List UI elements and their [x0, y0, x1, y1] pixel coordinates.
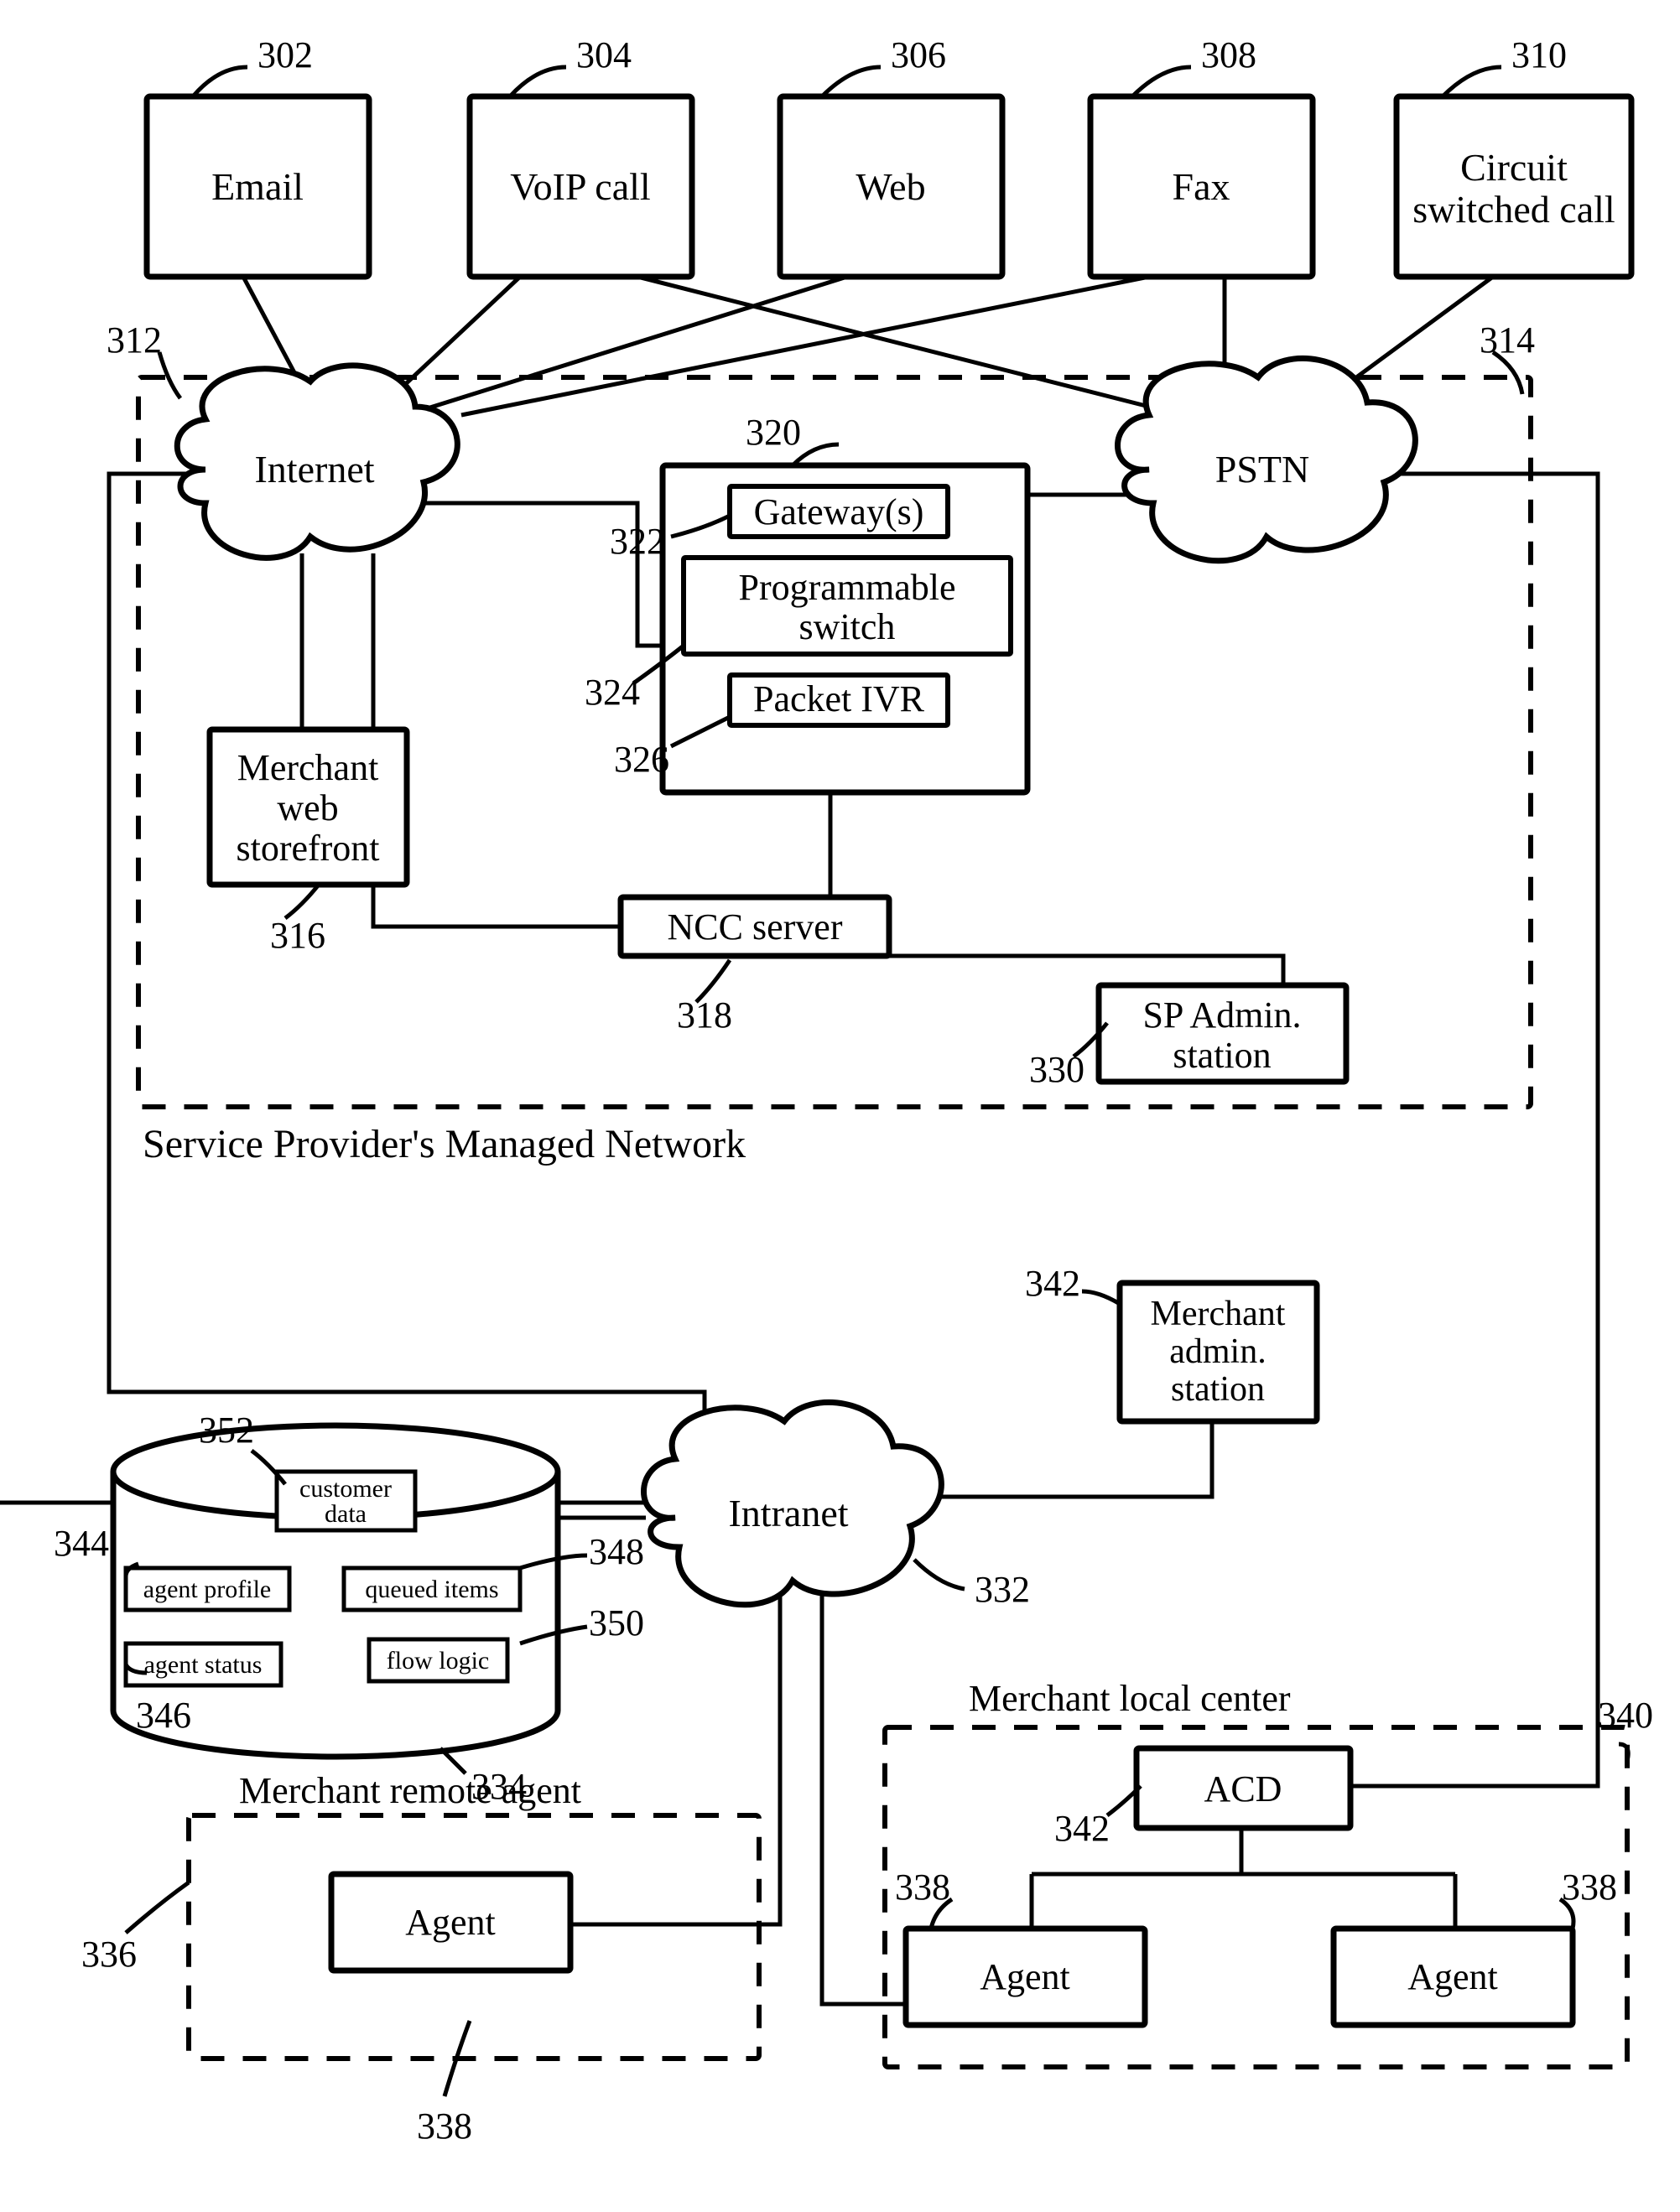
remote-title: Merchant remote agent [239, 1770, 581, 1811]
cust-l1: customer [299, 1475, 392, 1503]
progsw-label1: Programmable [738, 567, 955, 608]
storefront-l2: web [277, 787, 338, 828]
voip-label: VoIP call [510, 165, 650, 208]
ref-342b: 342 [1054, 1808, 1110, 1849]
storefront-l1: Merchant [237, 747, 379, 788]
pstn-label: PSTN [1215, 448, 1309, 491]
ref-338l1: 338 [895, 1867, 950, 1908]
spadmin-l1: SP Admin. [1142, 994, 1301, 1036]
ref-312: 312 [107, 319, 162, 361]
ref-342a: 342 [1025, 1263, 1080, 1304]
madmin-l2: admin. [1169, 1332, 1266, 1371]
sp-title: Service Provider's Managed Network [143, 1122, 746, 1166]
ref-318: 318 [677, 994, 732, 1036]
ref-324: 324 [585, 672, 640, 713]
gateway-label: Gateway(s) [754, 491, 924, 532]
agent-lc2-l: Agent [1407, 1956, 1498, 1997]
ref-338r: 338 [417, 2106, 472, 2147]
progsw-label2: switch [799, 606, 896, 647]
ref-306: 306 [891, 34, 946, 75]
aprofile-l: agent profile [143, 1576, 271, 1603]
ref-346: 346 [136, 1695, 191, 1736]
circuit-label2: switched call [1412, 188, 1615, 231]
agent-lc1-l: Agent [980, 1956, 1070, 1997]
internet-label: Internet [254, 448, 374, 491]
ref-308: 308 [1201, 34, 1256, 75]
qitems-l: queued items [365, 1576, 498, 1603]
ref-332: 332 [975, 1569, 1030, 1610]
ref-302: 302 [257, 34, 313, 75]
packet-label: Packet IVR [753, 678, 925, 719]
ref-334: 334 [471, 1766, 527, 1807]
email-label: Email [211, 165, 304, 208]
agent-remote-l: Agent [405, 1902, 496, 1943]
fax-label: Fax [1173, 165, 1230, 208]
ref-330: 330 [1029, 1049, 1084, 1090]
ref-338l2: 338 [1562, 1867, 1617, 1908]
ref-310: 310 [1511, 34, 1567, 75]
madmin-l1: Merchant [1151, 1295, 1286, 1333]
ref-352: 352 [199, 1410, 254, 1451]
ref-350: 350 [589, 1602, 644, 1643]
circuit-label1: Circuit [1460, 146, 1568, 189]
spadmin-l2: station [1173, 1035, 1271, 1076]
ref-340: 340 [1598, 1695, 1653, 1736]
ncc-label: NCC server [668, 906, 843, 948]
ref-314: 314 [1480, 319, 1535, 361]
ref-322: 322 [610, 521, 665, 562]
local-title: Merchant local center [969, 1678, 1291, 1719]
astatus-l: agent status [144, 1651, 263, 1679]
intranet-label: Intranet [728, 1492, 848, 1534]
ref-326: 326 [614, 739, 669, 780]
storefront-l3: storefront [236, 828, 379, 869]
acd-label: ACD [1204, 1768, 1282, 1810]
ref-344: 344 [54, 1523, 109, 1564]
ref-348: 348 [589, 1531, 644, 1572]
ref-320: 320 [746, 412, 801, 453]
cust-l2: data [325, 1500, 367, 1528]
ref-316: 316 [270, 915, 325, 956]
madmin-l3: station [1171, 1370, 1265, 1409]
ref-304: 304 [576, 34, 632, 75]
web-label: Web [856, 165, 925, 208]
flow-l: flow logic [387, 1647, 489, 1675]
ref-336: 336 [81, 1934, 137, 1975]
